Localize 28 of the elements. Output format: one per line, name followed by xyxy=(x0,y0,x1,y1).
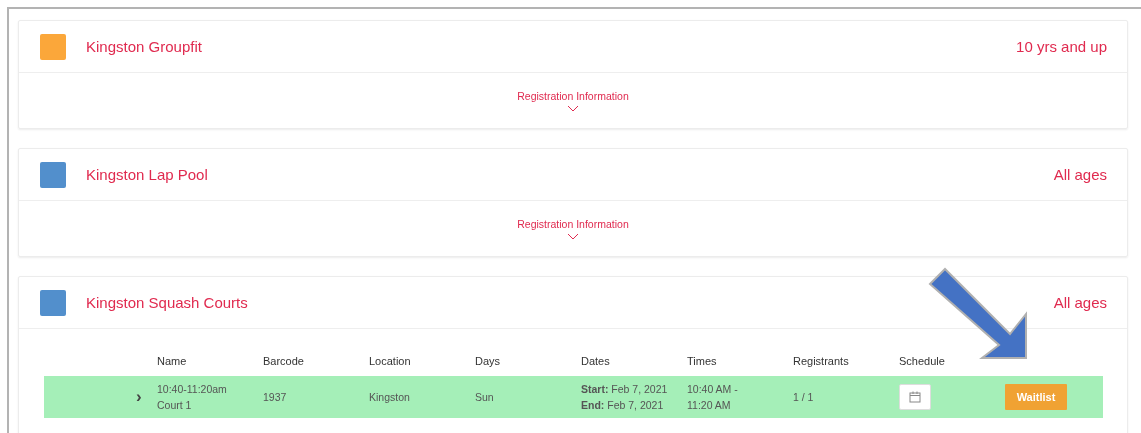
schedule-button[interactable] xyxy=(899,384,931,410)
session-name: 10:40-11:20am Court 1 xyxy=(157,382,228,413)
column-header: Days xyxy=(475,355,502,369)
registration-info-toggle[interactable]: Registration Information xyxy=(517,89,629,102)
registrants-cell-text: 1 / 1 xyxy=(793,390,815,405)
chevron-down-icon xyxy=(567,104,579,112)
program-title: Kingston Squash Courts xyxy=(86,294,249,311)
column-header: Dates xyxy=(581,355,611,369)
location-cell-text: Kingston xyxy=(369,390,411,405)
expand-button[interactable]: › xyxy=(131,386,148,408)
registration-info-toggle[interactable]: Registration Information xyxy=(517,217,629,230)
program-title: Kingston Groupfit xyxy=(86,38,203,55)
days-cell-text: Sun xyxy=(475,390,495,405)
calendar-icon xyxy=(909,391,921,403)
column-header: Location xyxy=(369,355,412,369)
chevron-down-icon xyxy=(567,232,579,240)
times-cell-text: 10:40 AM - 11:20 AM xyxy=(687,382,739,413)
age-range: All ages xyxy=(1053,166,1107,183)
column-header: Schedule xyxy=(899,355,946,369)
column-header: Registrants xyxy=(793,355,850,369)
column-header: Barcode xyxy=(263,355,305,369)
age-range: All ages xyxy=(1053,294,1107,311)
age-range: 10 yrs and up xyxy=(1016,38,1107,55)
program-title: Kingston Lap Pool xyxy=(86,166,209,183)
dates-cell-text: Start: Feb 7, 2021 End: Feb 7, 2021 xyxy=(581,382,669,413)
barcode-cell-text: 1937 xyxy=(263,390,288,405)
column-header: Times xyxy=(687,355,718,369)
column-header: Name xyxy=(157,355,188,369)
